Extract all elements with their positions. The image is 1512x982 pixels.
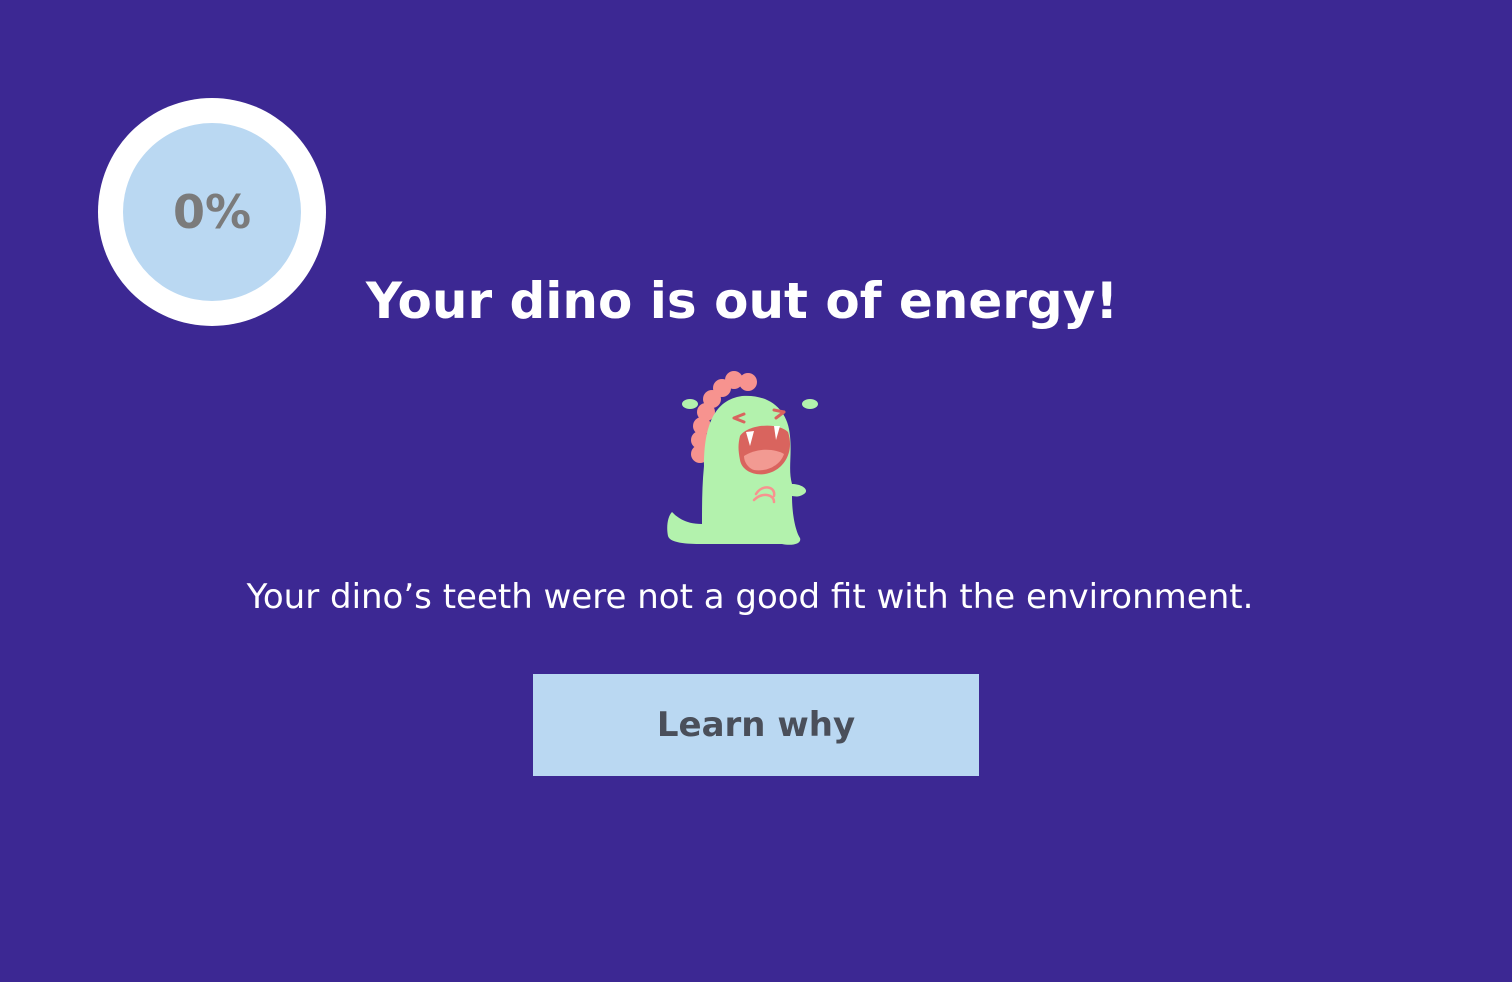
- crying-dino-icon: [662, 366, 824, 548]
- result-screen: 0% Your dino is out of energy! Your dino…: [0, 0, 1512, 982]
- result-message: Your dino’s teeth were not a good fit wi…: [246, 577, 1254, 617]
- energy-percentage: 0%: [172, 185, 252, 239]
- page-title: Your dino is out of energy!: [365, 272, 1119, 330]
- learn-why-button[interactable]: Learn why: [533, 674, 979, 776]
